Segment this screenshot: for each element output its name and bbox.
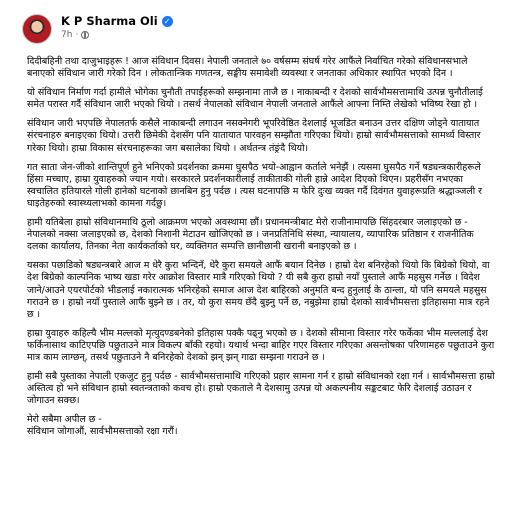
post-body: दिदीबहिनी तथा दाजुभाइहरू ! आज संविधान दि… [27, 56, 497, 439]
post-paragraph: हाम्रा युवाहरु कहिल्यै भीम मल्लको मृत्यु… [27, 327, 495, 363]
dot-separator: · [75, 30, 79, 40]
post-paragraph: हामी सबै पुस्ताका नेपाली एकजुट हुनु पर्द… [27, 371, 495, 407]
post-meta: K P Sharma Oli ✓ 7h · [61, 14, 173, 40]
post-paragraph: गत साता जेन-जीको शान्तिपूर्ण हुने भनिएको… [27, 161, 482, 209]
post-time-row: 7h · [61, 30, 173, 40]
post-timestamp[interactable]: 7h [61, 30, 72, 40]
post-header: K P Sharma Oli ✓ 7h · [22, 14, 173, 44]
post-paragraph: यसका पछाडिको षड्यन्त्रबारे आज म धेरै कुर… [27, 260, 490, 320]
post-paragraph: संविधान जारी भएपछि नेपालतर्फ कसैले नाकाब… [27, 118, 481, 154]
author-name-row: K P Sharma Oli ✓ [61, 14, 173, 28]
post-paragraph: मेरो सबैमा अपील छ - [27, 414, 102, 426]
author-avatar[interactable] [22, 14, 52, 44]
author-name[interactable]: K P Sharma Oli [61, 14, 158, 28]
post-paragraph: संविधान जोगाऔं, सार्वभौमसत्ताको रक्षा गर… [27, 426, 178, 438]
verified-badge-icon: ✓ [161, 15, 173, 27]
post-paragraph: हामी यतिबेला हाम्रो संविधानमाथि ठूलो आक्… [27, 217, 474, 253]
post-paragraph: यो संविधान निर्माण गर्दा हामीले भोगेका च… [27, 87, 483, 111]
post-paragraph: दिदीबहिनी तथा दाजुभाइहरू ! आज संविधान दि… [27, 56, 468, 80]
globe-icon [81, 31, 90, 39]
facebook-post: K P Sharma Oli ✓ 7h · दिदीबहिनी तथा दाजु… [0, 0, 512, 519]
